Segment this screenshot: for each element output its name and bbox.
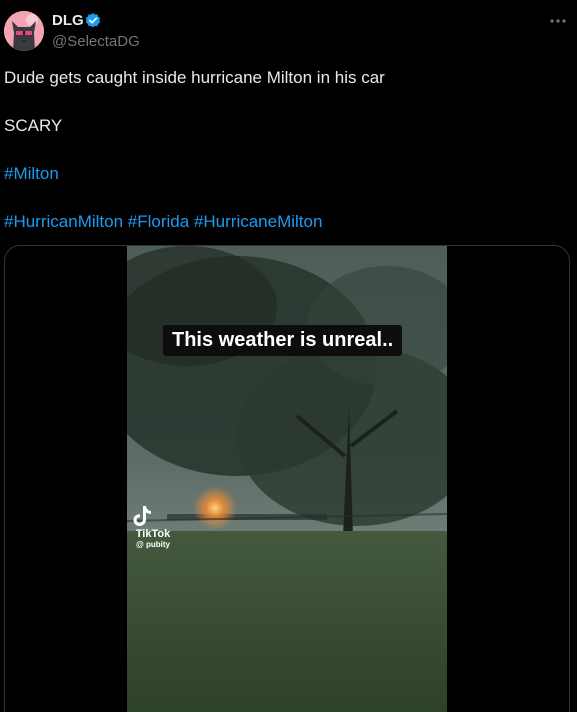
tiktok-watermark: TikTok @ pubity: [131, 504, 175, 550]
hashtag-link[interactable]: #Florida: [128, 212, 189, 231]
hashtag-link[interactable]: #HurricanMilton: [4, 212, 123, 231]
tweet-text-line: Dude gets caught inside hurricane Milton…: [4, 68, 385, 87]
tweet-text-line: SCARY: [4, 116, 63, 135]
media-container: This weather is unreal.. TikTok @ pubity: [4, 245, 570, 712]
user-handle[interactable]: @SelectaDG: [52, 33, 140, 51]
cat-avatar-icon: [4, 11, 44, 51]
video-player[interactable]: This weather is unreal.. TikTok @ pubity: [127, 246, 447, 712]
hashtag-link[interactable]: #Milton: [4, 164, 59, 183]
tiktok-logo-icon: [133, 506, 151, 526]
avatar[interactable]: [4, 11, 44, 51]
watermark-user-text: @ pubity: [135, 540, 171, 549]
display-name[interactable]: DLG: [52, 12, 84, 30]
video-frame-image: [127, 246, 447, 712]
more-options-button[interactable]: [547, 10, 569, 32]
hashtag-line: #Milton: [4, 162, 564, 186]
tweet-post: DLG @SelectaDG Dude gets caught inside h…: [0, 0, 577, 712]
more-dots-icon: [550, 19, 566, 23]
hashtag-link[interactable]: #HurricaneMilton: [194, 212, 323, 231]
hashtag-line: #HurricanMilton #Florida #HurricaneMilto…: [4, 210, 564, 234]
watermark-logo-text: TikTok: [135, 528, 171, 540]
tweet-text: Dude gets caught inside hurricane Milton…: [4, 66, 564, 258]
verified-badge-icon: [84, 12, 102, 30]
video-caption: This weather is unreal..: [163, 325, 403, 356]
